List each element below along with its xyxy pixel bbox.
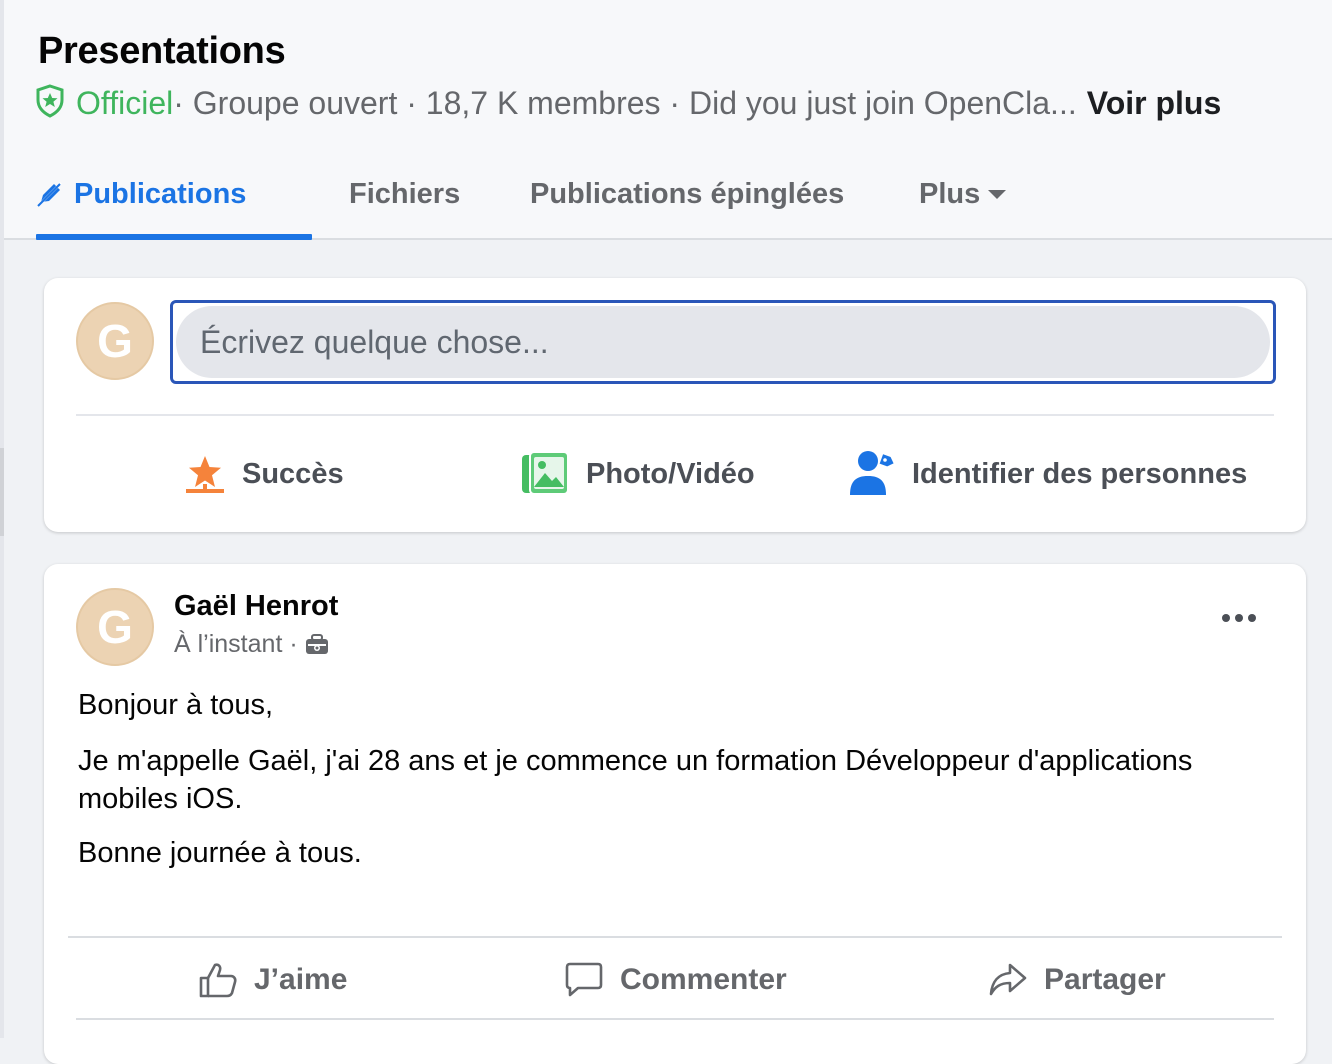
tag-people-icon: [848, 449, 896, 499]
star-icon: [184, 453, 226, 495]
tab-files[interactable]: Fichiers: [349, 150, 460, 238]
share-icon: [988, 961, 1028, 999]
divider: [76, 414, 1274, 416]
post-paragraph: Bonjour à tous,: [78, 689, 274, 721]
tab-publications[interactable]: Publications: [36, 150, 312, 240]
share-label: Partager: [1044, 963, 1166, 996]
tab-label: Publications: [74, 177, 247, 210]
pen-icon: [37, 182, 62, 207]
dot-icon: [1248, 614, 1256, 622]
like-label: J’aime: [254, 963, 348, 996]
avatar[interactable]: G: [76, 302, 154, 380]
divider: [76, 1018, 1274, 1020]
timestamp-text[interactable]: À l’instant ·: [174, 630, 298, 659]
group-meta-text: · Groupe ouvert · 18,7 K membres · Did y…: [173, 84, 1077, 121]
post-timestamp: À l’instant ·: [174, 630, 330, 659]
photo-icon: [520, 451, 570, 497]
avatar[interactable]: G: [76, 588, 154, 666]
post-composer: G Écrivez quelque chose... Succès Photo/…: [44, 278, 1306, 532]
tab-label: Plus: [919, 177, 981, 210]
like-icon: [198, 961, 238, 999]
tab-pinned-posts[interactable]: Publications épinglées: [530, 150, 844, 238]
share-button[interactable]: Partager: [988, 946, 1166, 1014]
milestone-button[interactable]: Succès: [184, 434, 344, 514]
action-label: Succès: [242, 457, 344, 490]
tab-label: Fichiers: [349, 177, 461, 210]
caret-down-icon: [988, 190, 1007, 199]
divider: [68, 936, 1282, 938]
shield-star-icon: [36, 84, 68, 122]
group-meta: Officiel · Groupe ouvert · 18,7 K membre…: [36, 84, 1221, 122]
comment-label: Commenter: [620, 963, 787, 996]
post-card: G Gaël Henrot À l’instant · Bonjour à to…: [44, 564, 1306, 1064]
post-author[interactable]: Gaël Henrot: [174, 590, 338, 623]
more-options-button[interactable]: [1222, 614, 1256, 622]
action-label: Identifier des personnes: [912, 457, 1248, 490]
tag-people-button[interactable]: Identifier des personnes: [848, 434, 1247, 514]
see-more-link[interactable]: Voir plus: [1087, 85, 1222, 122]
comment-button[interactable]: Commenter: [564, 946, 787, 1014]
dot-icon: [1222, 614, 1230, 622]
like-button[interactable]: J’aime: [198, 946, 347, 1014]
post-paragraph: Bonne journée à tous.: [78, 837, 362, 869]
write-post-placeholder[interactable]: Écrivez quelque chose...: [176, 306, 1270, 378]
photo-video-button[interactable]: Photo/Vidéo: [520, 434, 755, 514]
tab-label: Publications épinglées: [530, 177, 845, 210]
group-title: Presentations: [38, 30, 286, 72]
group-header: Presentations Officiel · Groupe ouvert ·…: [4, 0, 1332, 240]
dot-icon: [1235, 614, 1243, 622]
resize-handle[interactable]: [0, 448, 4, 536]
write-post-field[interactable]: Écrivez quelque chose...: [170, 300, 1276, 384]
group-privacy-icon: [305, 633, 328, 654]
official-label: Officiel: [76, 84, 174, 121]
tab-more[interactable]: Plus: [919, 150, 1008, 238]
post-paragraph: Je m'appelle Gaël, j'ai 28 ans et je com…: [78, 745, 1193, 815]
comment-icon: [564, 961, 604, 999]
action-label: Photo/Vidéo: [586, 457, 755, 490]
